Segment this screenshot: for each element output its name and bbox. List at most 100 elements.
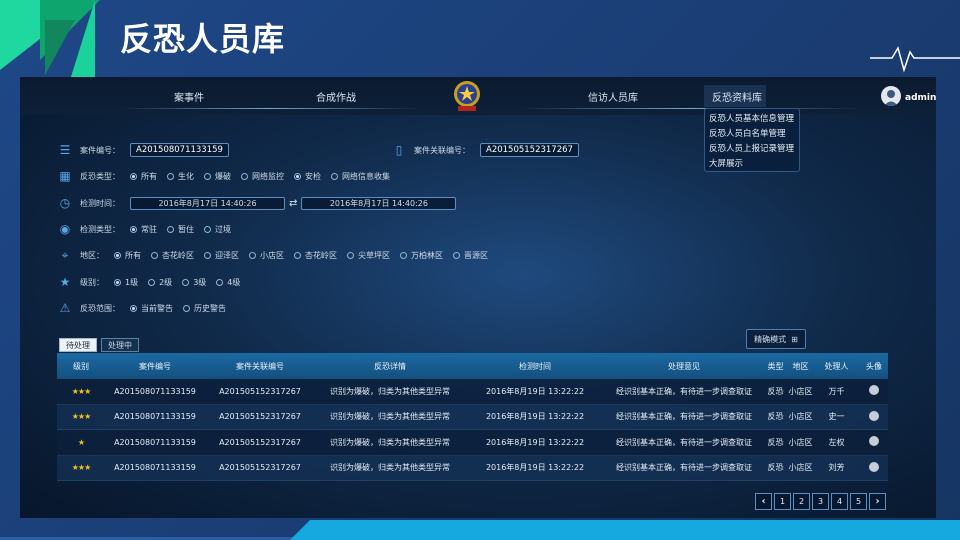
level-option[interactable]: 1级: [114, 277, 138, 288]
cell-region: 小店区: [788, 386, 813, 396]
cell-region: 小店区: [788, 463, 813, 473]
location-icon: ⌖: [61, 247, 69, 262]
cell-detail: 识别为爆破，归类为其他类型异常: [330, 386, 450, 396]
table-row[interactable]: ★★★ A201508071133159 A201505152317267 识别…: [57, 379, 888, 405]
type-option[interactable]: 生化: [167, 171, 194, 182]
nav-item-petition[interactable]: 信访人员库: [588, 89, 638, 104]
table-row[interactable]: ★ A201508071133159 A201505152317267 识别为爆…: [57, 430, 888, 456]
detect-label: 检测类型：: [80, 224, 120, 234]
type-option[interactable]: 所有: [130, 171, 157, 182]
cell-time: 2016年8月19日 13:22:22: [485, 437, 585, 447]
region-option[interactable]: 迎泽区: [204, 250, 239, 261]
page-button[interactable]: 5: [850, 493, 867, 510]
cell-case: A201508071133159: [114, 437, 196, 447]
scope-option[interactable]: 历史警告: [183, 303, 226, 314]
related-no-label: 案件关联编号：: [414, 145, 470, 155]
user-avatar[interactable]: [881, 86, 901, 106]
region-option[interactable]: 晋源区: [453, 250, 488, 261]
page-button[interactable]: 4: [831, 493, 848, 510]
col-avatar[interactable]: 头像: [860, 361, 888, 372]
table-header: 级别 案件编号 案件关联编号 反恐详情 检测时间 处理意见 类型 地区 处理人 …: [57, 353, 888, 379]
col-case-no[interactable]: 案件编号: [105, 361, 205, 372]
avatar: [869, 385, 879, 396]
related-no-input[interactable]: A201505152317267: [480, 143, 579, 157]
level-label: 级别：: [80, 277, 104, 287]
list-icon: ☰: [59, 143, 71, 157]
type-option[interactable]: 爆破: [204, 171, 231, 182]
precise-mode-label: 精确模式: [754, 334, 787, 344]
region-option[interactable]: 小店区: [249, 250, 284, 261]
pin-icon: ◉: [59, 222, 71, 236]
col-handler[interactable]: 处理人: [813, 361, 860, 372]
table-row[interactable]: ★★★ A201508071133159 A201505152317267 识别…: [57, 404, 888, 430]
tab-pending[interactable]: 待处理: [59, 338, 97, 352]
menu-item-big-screen[interactable]: 大屏展示: [709, 157, 795, 172]
col-detail[interactable]: 反恐详情: [315, 361, 465, 372]
col-type[interactable]: 类型: [763, 361, 788, 372]
precise-mode-button[interactable]: 精确模式 ⊞: [746, 329, 806, 349]
dropdown-menu: 反恐人员基本信息管理 反恐人员白名单管理 反恐人员上报记录管理 大屏展示: [704, 108, 800, 172]
toggle-icon: ⊞: [791, 334, 798, 344]
col-region[interactable]: 地区: [788, 361, 813, 372]
region-option[interactable]: 杏花岭区: [151, 250, 194, 261]
nav-item-anti-terror-db[interactable]: 反恐资料库: [712, 89, 762, 104]
pagination: ‹ 1 2 3 4 5 ›: [755, 493, 886, 510]
cell-opinion: 经识别基本正确，有待进一步调查取证: [616, 412, 752, 422]
type-option[interactable]: 安检: [294, 171, 321, 182]
cell-type: 反恐: [767, 437, 784, 447]
scope-option[interactable]: 当前警告: [130, 303, 173, 314]
filter-row-case: ☰ 案件编号： A201508071133159: [58, 141, 229, 159]
region-option[interactable]: 尖草坪区: [347, 250, 390, 261]
detect-option[interactable]: 过境: [204, 224, 231, 235]
nav-item-joint-ops[interactable]: 合成作战: [316, 89, 356, 104]
detect-option[interactable]: 常驻: [130, 224, 157, 235]
cell-related: A201505152317267: [219, 412, 301, 422]
col-related-no[interactable]: 案件关联编号: [205, 361, 315, 372]
level-option[interactable]: 2级: [148, 277, 172, 288]
tab-processing[interactable]: 处理中: [101, 338, 139, 352]
time-label: 检测时间：: [80, 198, 120, 208]
menu-item-whitelist[interactable]: 反恐人员白名单管理: [709, 127, 795, 142]
col-level[interactable]: 级别: [57, 361, 105, 372]
cell-detail: 识别为爆破，归类为其他类型异常: [330, 437, 450, 447]
level-option[interactable]: 4级: [216, 277, 240, 288]
level-stars: ★★★: [71, 412, 92, 422]
cell-handler: 左权: [828, 437, 845, 447]
time-from-input[interactable]: 2016年8月17日 14:40:26: [130, 196, 285, 210]
username[interactable]: admin: [905, 93, 936, 103]
time-to-input[interactable]: 2016年8月17日 14:40:26: [301, 196, 457, 210]
col-opinion[interactable]: 处理意见: [605, 361, 763, 372]
level-stars: ★★★: [71, 386, 92, 396]
table-row[interactable]: ★★★ A201508071133159 A201505152317267 识别…: [57, 455, 888, 481]
region-option[interactable]: 万柏林区: [400, 250, 443, 261]
case-no-input[interactable]: A201508071133159: [130, 143, 229, 157]
level-option[interactable]: 3级: [182, 277, 206, 288]
cell-time: 2016年8月19日 13:22:22: [485, 386, 585, 396]
menu-item-report-records[interactable]: 反恐人员上报记录管理: [709, 142, 795, 157]
page-button[interactable]: 3: [812, 493, 829, 510]
swap-icon[interactable]: ⇄: [289, 198, 297, 209]
prev-page-button[interactable]: ‹: [755, 493, 772, 510]
menu-item-basic-info[interactable]: 反恐人员基本信息管理: [709, 112, 795, 127]
filter-row-type: ▦ 反恐类型： 所有 生化 爆破 网络监控 安检 网络信息收集: [58, 167, 400, 185]
level-stars: ★★★: [71, 463, 92, 473]
region-option[interactable]: 杏花岭区: [294, 250, 337, 261]
page-button[interactable]: 2: [793, 493, 810, 510]
cell-time: 2016年8月19日 13:22:22: [485, 412, 585, 422]
corner-decoration: [70, 0, 95, 80]
filter-row-time: ◷ 检测时间： 2016年8月17日 14:40:26 ⇄ 2016年8月17日…: [58, 194, 457, 212]
cell-case: A201508071133159: [114, 386, 196, 396]
region-option[interactable]: 所有: [114, 250, 141, 261]
cell-opinion: 经识别基本正确，有待进一步调查取证: [616, 386, 752, 396]
col-time[interactable]: 检测时间: [465, 361, 605, 372]
type-option[interactable]: 网络信息收集: [331, 171, 390, 182]
next-page-button[interactable]: ›: [869, 493, 886, 510]
page-button[interactable]: 1: [774, 493, 791, 510]
case-no-label: 案件编号：: [80, 145, 120, 155]
nav-item-cases[interactable]: 案事件: [174, 89, 204, 104]
avatar: [869, 410, 879, 421]
avatar: [869, 436, 879, 447]
nav-divider: [520, 108, 860, 109]
detect-option[interactable]: 暂住: [167, 224, 194, 235]
type-option[interactable]: 网络监控: [241, 171, 284, 182]
